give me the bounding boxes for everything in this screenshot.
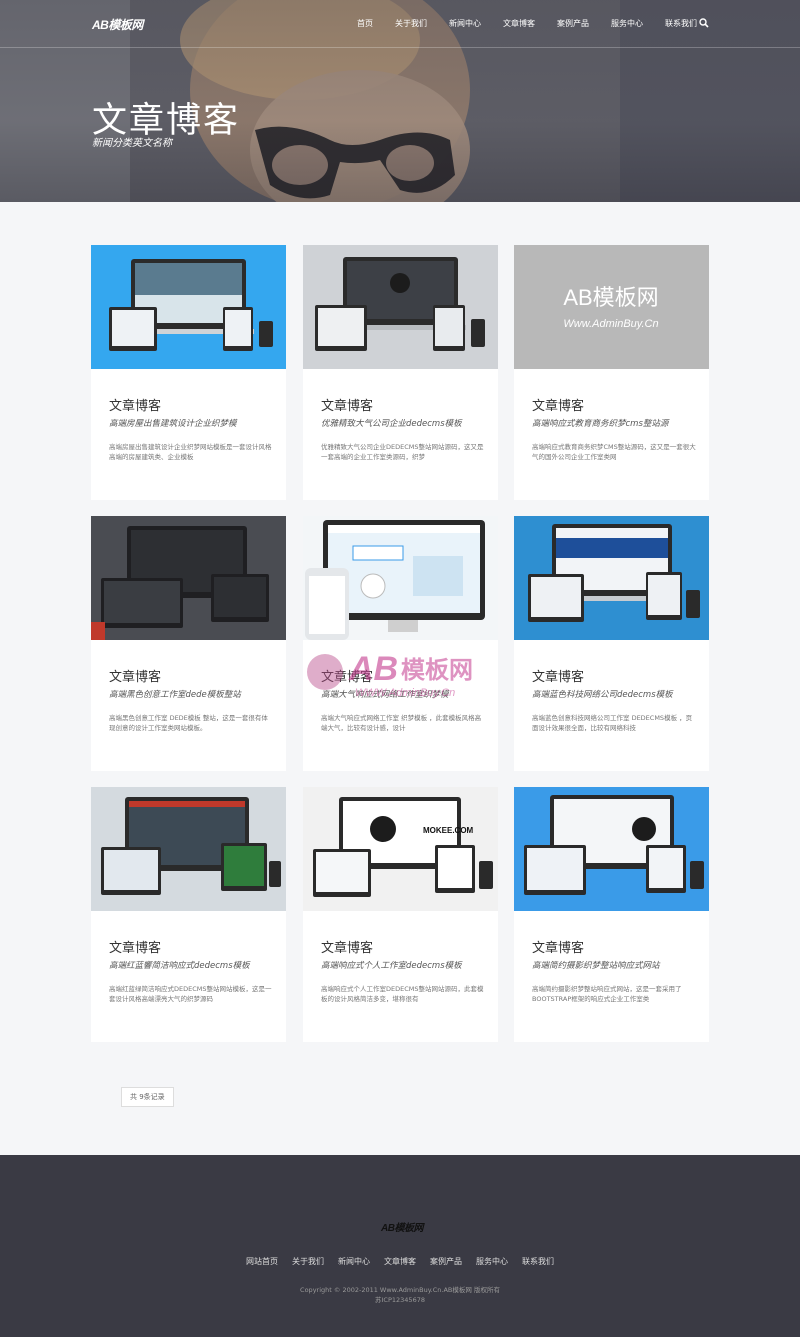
top-navigation-bar: AB模板网 首页 关于我们 新闻中心 文章博客 案例产品 服务中心 联系我们 <box>0 0 800 48</box>
card-description: 高端大气响应式网络工作室 织梦模板 ，此套模板风格高端大气，比较有设计感，设计 <box>321 714 482 732</box>
nav-blog[interactable]: 文章博客 <box>492 18 546 30</box>
article-thumbnail[interactable] <box>514 787 709 911</box>
article-thumbnail[interactable]: MOKEE.COM <box>303 787 498 911</box>
article-thumbnail[interactable] <box>91 787 286 911</box>
article-card[interactable]: AB模板网 Www.AdminBuy.Cn 文章博客 高端响应式教育商务织梦cm… <box>514 245 709 500</box>
footer-logo[interactable]: AB模板网 <box>381 1219 423 1234</box>
footer-nav-home[interactable]: 网站首页 <box>239 1256 285 1267</box>
footer-nav-about[interactable]: 关于我们 <box>285 1256 331 1267</box>
hero-banner: AB模板网 首页 关于我们 新闻中心 文章博客 案例产品 服务中心 联系我们 文… <box>0 0 800 202</box>
card-description: 高端响应式个人工作室DEDECMS整站网站源码，此套模板的设计风格简洁多变，堪称… <box>321 985 484 1003</box>
card-description: 高端蓝色创意科技网络公司工作室 DEDECMS模板 ，页面设计效果很全面，比较有… <box>532 714 693 732</box>
footer-nav-news[interactable]: 新闻中心 <box>331 1256 377 1267</box>
card-title[interactable]: 文章博客 <box>532 666 584 685</box>
card-title[interactable]: 文章博客 <box>532 395 584 414</box>
article-thumbnail[interactable] <box>303 245 498 369</box>
nav-services[interactable]: 服务中心 <box>600 18 654 30</box>
copyright-block: Copyright © 2002-2011 Www.AdminBuy.Cn.AB… <box>0 1285 800 1305</box>
article-card[interactable]: 文章博客 高端蓝色科技网络公司dedecms模板 高端蓝色创意科技网络公司工作室… <box>514 516 709 771</box>
search-icon[interactable] <box>699 18 709 28</box>
card-title[interactable]: 文章博客 <box>109 937 161 956</box>
card-subtitle: 高端响应式个人工作室dedecms模板 <box>321 961 462 971</box>
card-subtitle: 高端红蓝響简洁响应式dedecms模板 <box>109 961 250 971</box>
article-card[interactable]: 文章博客 高端红蓝響简洁响应式dedecms模板 高端红蓝绿简洁响应式DEDEC… <box>91 787 286 1042</box>
card-subtitle: 高端大气响应式网络工作室织梦模 <box>321 690 449 700</box>
article-thumbnail[interactable] <box>91 245 286 369</box>
icp-number[interactable]: 苏ICP12345678 <box>0 1295 800 1305</box>
article-thumbnail[interactable] <box>91 516 286 640</box>
article-card[interactable]: MOKEE.COM 文章博客 高端响应式个人工作室dedecms模板 高端响应式… <box>303 787 498 1042</box>
svg-text:Www.AdminBuy.Cn: Www.AdminBuy.Cn <box>563 318 658 330</box>
copyright-text: Copyright © 2002-2011 Www.AdminBuy.Cn.AB… <box>300 1286 500 1294</box>
card-title[interactable]: 文章博客 <box>321 937 373 956</box>
card-subtitle: 高端蓝色科技网络公司dedecms模板 <box>532 690 673 700</box>
card-title[interactable]: 文章博客 <box>109 666 161 685</box>
card-description: 高端简约摄影织梦整站响应式网站，这是一套采用了BOOTSTRAP框架的响应式企业… <box>532 985 682 1003</box>
thumbnail-brand-text: AB模板网 <box>563 285 658 310</box>
article-thumbnail[interactable]: AB模板网 Www.AdminBuy.Cn <box>514 245 709 369</box>
nav-cases[interactable]: 案例产品 <box>546 18 600 30</box>
nav-about[interactable]: 关于我们 <box>384 18 438 30</box>
card-title[interactable]: 文章博客 <box>532 937 584 956</box>
article-card[interactable]: 文章博客 高端大气响应式网络工作室织梦模 高端大气响应式网络工作室 织梦模板 ，… <box>303 516 498 771</box>
page-subtitle: 新闻分类英文名称 <box>92 138 172 149</box>
nav-home[interactable]: 首页 <box>346 18 384 30</box>
svg-text:MOKEE.COM: MOKEE.COM <box>423 826 474 835</box>
footer-nav-blog[interactable]: 文章博客 <box>377 1256 423 1267</box>
card-description: 高端房屋出售建筑设计企业织梦网站模板是一套设计风格高端的房屋建筑类、企业模板 <box>109 443 272 461</box>
card-description: 高端红蓝绿简洁响应式DEDECMS整站网站模板，这是一套设计风格高端漂亮大气的织… <box>109 985 272 1003</box>
article-card[interactable]: 文章博客 优雅精致大气公司企业dedecms模板 优雅精致大气公司企业DEDEC… <box>303 245 498 500</box>
card-title[interactable]: 文章博客 <box>321 395 373 414</box>
site-logo[interactable]: AB模板网 <box>92 16 143 33</box>
card-subtitle: 优雅精致大气公司企业dedecms模板 <box>321 419 462 429</box>
article-card[interactable]: 文章博客 高端黑色创意工作室dede模板整站 高端黑色创意工作室 DEDE模板 … <box>91 516 286 771</box>
site-footer: AB模板网 网站首页 关于我们 新闻中心 文章博客 案例产品 服务中心 联系我们… <box>0 1155 800 1337</box>
footer-nav-contact[interactable]: 联系我们 <box>515 1256 561 1267</box>
article-thumbnail[interactable] <box>514 516 709 640</box>
main-nav: 首页 关于我们 新闻中心 文章博客 案例产品 服务中心 联系我们 <box>346 18 708 30</box>
footer-nav-services[interactable]: 服务中心 <box>469 1256 515 1267</box>
card-subtitle: 高端简约摄影织梦整站响应式网站 <box>532 961 660 971</box>
article-thumbnail[interactable] <box>303 516 498 640</box>
card-description: 高端黑色创意工作室 DEDE模板 整站，这是一套很有体现创意的设计工作室类网站模… <box>109 714 268 732</box>
card-subtitle: 高端房屋出售建筑设计企业织梦模 <box>109 419 237 429</box>
card-subtitle: 高端响应式教育商务织梦cms整站源 <box>532 419 669 429</box>
card-title[interactable]: 文章博客 <box>321 666 373 685</box>
nav-news[interactable]: 新闻中心 <box>438 18 492 30</box>
card-description: 优雅精致大气公司企业DEDECMS整站网站源码，这又是一套高端的企业工作室类源码… <box>321 443 484 461</box>
pagination-info: 共 9条记录 <box>121 1087 174 1107</box>
article-card[interactable]: 文章博客 高端简约摄影织梦整站响应式网站 高端简约摄影织梦整站响应式网站，这是一… <box>514 787 709 1042</box>
footer-nav-cases[interactable]: 案例产品 <box>423 1256 469 1267</box>
card-description: 高端响应式教育商务织梦CMS整站源码，这又是一套很大气的国外公司企业工作室类网 <box>532 443 696 461</box>
card-title[interactable]: 文章博客 <box>109 395 161 414</box>
article-card[interactable]: 文章博客 高端房屋出售建筑设计企业织梦模 高端房屋出售建筑设计企业织梦网站模板是… <box>91 245 286 500</box>
card-subtitle: 高端黑色创意工作室dede模板整站 <box>109 690 241 700</box>
footer-nav: 网站首页 关于我们 新闻中心 文章博客 案例产品 服务中心 联系我们 <box>0 1256 800 1267</box>
